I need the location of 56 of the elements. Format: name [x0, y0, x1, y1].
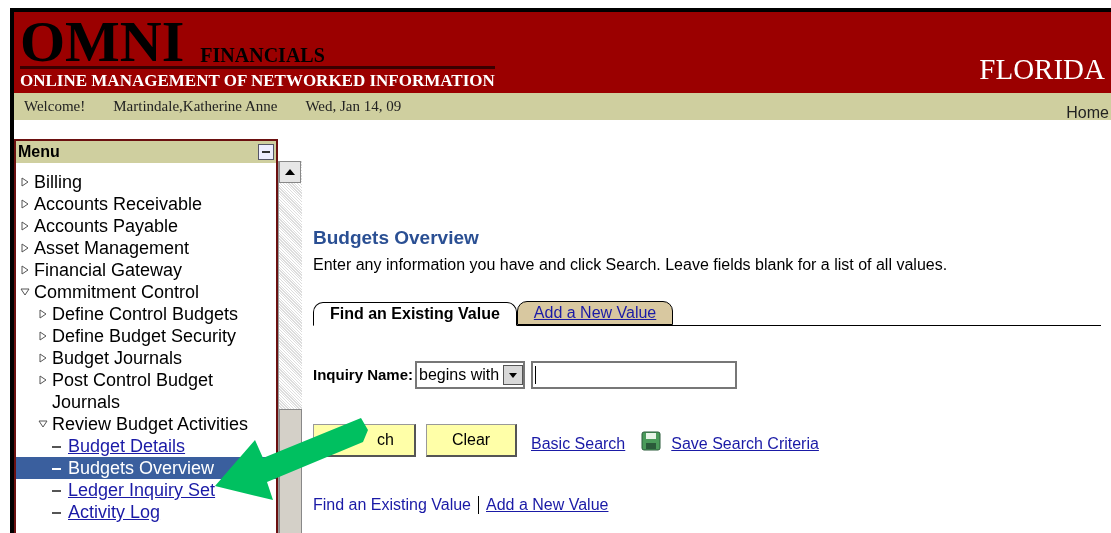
state-title: FLORIDA	[979, 52, 1105, 87]
collapsed-triangle-icon[interactable]	[38, 309, 48, 319]
tagline: ONLINE MANAGEMENT OF NETWORKED INFORMATION	[20, 70, 495, 92]
menu-item[interactable]: Billing	[34, 171, 83, 193]
up-arrow-icon	[285, 169, 295, 175]
welcome-text: Welcome!	[24, 97, 86, 117]
scrollbar[interactable]	[278, 161, 302, 533]
expanded-triangle-icon[interactable]	[38, 419, 48, 429]
collapsed-triangle-icon[interactable]	[20, 265, 30, 275]
link[interactable]: Find an Existing Value	[313, 493, 471, 517]
instructions: Enter any information you have and click Search. Leave fields blank for a list of all values.	[313, 255, 949, 275]
menu-item[interactable]: Review Budget Activities	[52, 413, 249, 435]
tab[interactable]: Add a New Value	[516, 301, 674, 325]
scroll-up-button[interactable]	[279, 161, 301, 183]
menu-item[interactable]: Asset Management	[34, 237, 190, 259]
omni-logo: OMNI	[20, 18, 185, 66]
menu-item[interactable]: Financial Gateway	[34, 259, 183, 281]
link[interactable]: Basic Search	[531, 431, 626, 456]
field-label: Inquiry Name:	[313, 364, 414, 385]
menu-item[interactable]: Accounts Payable	[34, 215, 179, 237]
collapsed-triangle-icon[interactable]	[20, 243, 30, 253]
menu-item[interactable]: Define Control Budgets	[52, 303, 239, 325]
menu-item[interactable]: Budget Journals	[52, 347, 183, 369]
collapsed-triangle-icon[interactable]	[38, 375, 48, 385]
dash-icon	[52, 446, 61, 448]
collapsed-triangle-icon[interactable]	[20, 221, 30, 231]
operator-dropdown[interactable]: begins with	[415, 361, 526, 389]
date-text: Wed, Jan 14, 09	[305, 97, 402, 117]
logo-subtitle: FINANCIALS	[200, 44, 325, 66]
collapsed-triangle-icon[interactable]	[20, 177, 30, 187]
collapsed-triangle-icon[interactable]	[20, 199, 30, 209]
menu-item[interactable]: Post Control Budget Journals	[52, 369, 276, 413]
menu-title: Menu	[18, 142, 60, 162]
collapse-button[interactable]	[258, 144, 274, 160]
menu-item[interactable]: Activity Log	[68, 501, 161, 523]
dropdown-caret-icon	[509, 372, 518, 378]
user-name: Martindale,Katherine Anne	[113, 97, 278, 117]
tab[interactable]: Find an Existing Value	[313, 302, 517, 326]
inquiry-input-field[interactable]	[531, 361, 738, 389]
menu-item[interactable]: Ledger Inquiry Set	[68, 479, 216, 501]
collapsed-triangle-icon[interactable]	[38, 331, 48, 341]
menu-item[interactable]: Accounts Receivable	[34, 193, 203, 215]
expanded-triangle-icon[interactable]	[20, 287, 30, 297]
action-button[interactable]: Clear	[426, 424, 517, 457]
menu-item[interactable]: Budget Details	[68, 435, 186, 457]
page-title: Budgets Overview	[313, 226, 480, 250]
menu-item[interactable]: Budgets Overview	[68, 457, 215, 479]
dash-icon	[52, 490, 61, 492]
link[interactable]: Save Search Criteria	[671, 431, 819, 456]
dash-icon	[52, 468, 61, 470]
menu-item[interactable]: Define Budget Security	[52, 325, 237, 347]
dash-icon	[52, 512, 61, 514]
link[interactable]: Add a New Value	[486, 493, 609, 517]
menu-item[interactable]: Commitment Control	[34, 281, 200, 303]
collapsed-triangle-icon[interactable]	[38, 353, 48, 363]
home-link[interactable]: Home	[1066, 100, 1111, 125]
